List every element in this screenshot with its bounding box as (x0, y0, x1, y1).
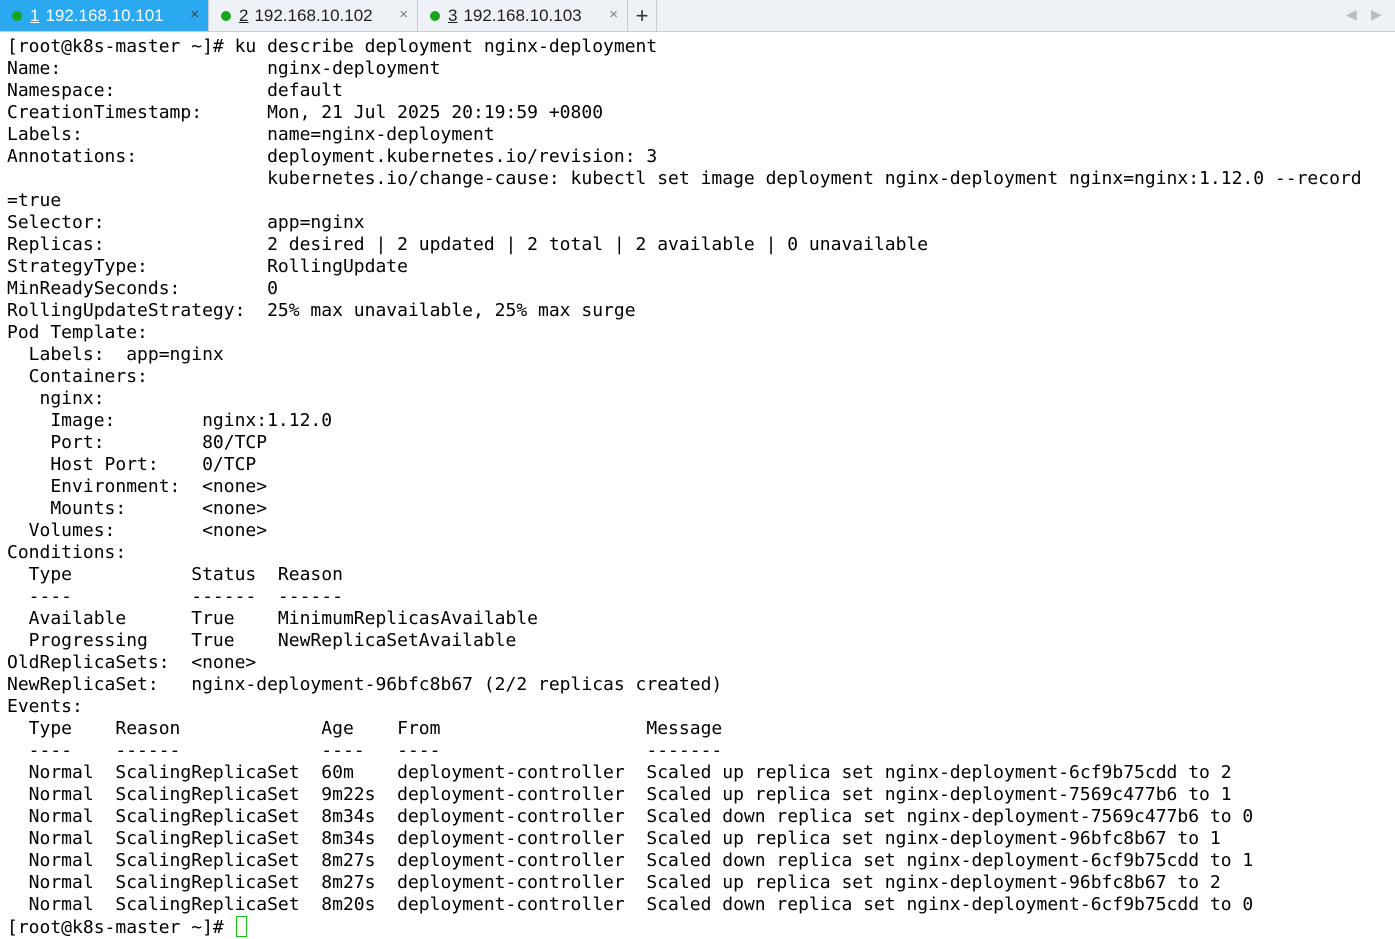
terminal-line: Port: 80/TCP (7, 432, 268, 453)
tab-number: 2 (239, 5, 249, 25)
connected-status-icon (12, 10, 22, 21)
terminal-line: Events: (7, 696, 83, 717)
terminal-line: Host Port: 0/TCP (7, 454, 257, 475)
terminal-line: Pod Template: (7, 322, 148, 343)
terminal-line: NewReplicaSet: nginx-deployment-96bfc8b6… (7, 674, 723, 695)
tab-session-1[interactable]: 1 192.168.10.101 × (0, 0, 209, 31)
terminal-line: ---- ------ ---- ---- ------- (7, 740, 723, 761)
tab-host: 192.168.10.102 (254, 5, 373, 25)
terminal-line: Name: nginx-deployment (7, 58, 441, 79)
terminal-line: Containers: (7, 366, 148, 387)
tab-bar: 1 192.168.10.101 × 2 192.168.10.102 × 3 … (0, 0, 1395, 32)
scroll-tabs-left-icon[interactable]: ◀ (1346, 6, 1357, 23)
terminal-line: Available True MinimumReplicasAvailable (7, 608, 539, 629)
terminal-line: Volumes: <none> (7, 520, 268, 541)
terminal-line: Replicas: 2 desired | 2 updated | 2 tota… (7, 234, 929, 255)
text-cursor (235, 916, 247, 937)
terminal-line: Mounts: <none> (7, 498, 268, 519)
terminal-line: Namespace: default (7, 80, 343, 101)
terminal-line: Normal ScalingReplicaSet 8m34s deploymen… (7, 806, 1254, 827)
terminal-line: Type Reason Age From Message (7, 718, 723, 739)
close-icon[interactable]: × (399, 6, 408, 23)
terminal-line: MinReadySeconds: 0 (7, 278, 278, 299)
terminal-line: Normal ScalingReplicaSet 9m22s deploymen… (7, 784, 1232, 805)
terminal-line: Image: nginx:1.12.0 (7, 410, 333, 431)
terminal-line: Normal ScalingReplicaSet 8m27s deploymen… (7, 872, 1221, 893)
terminal-line: Labels: name=nginx-deployment (7, 124, 495, 145)
close-icon[interactable]: × (190, 6, 199, 23)
terminal-line: Progressing True NewReplicaSetAvailable (7, 630, 517, 651)
connected-status-icon (221, 10, 231, 21)
terminal-line: =true (7, 190, 62, 211)
tab-host: 192.168.10.103 (463, 5, 582, 25)
tab-session-2[interactable]: 2 192.168.10.102 × (209, 0, 418, 31)
scroll-tabs-right-icon[interactable]: ▶ (1371, 6, 1382, 23)
terminal-line: StrategyType: RollingUpdate (7, 256, 408, 277)
new-tab-button[interactable]: + (628, 0, 657, 31)
terminal-line: Conditions: (7, 542, 127, 563)
terminal-line: kubernetes.io/change-cause: kubectl set … (7, 168, 1362, 189)
terminal-line: Normal ScalingReplicaSet 8m20s deploymen… (7, 894, 1254, 915)
terminal-line: Selector: app=nginx (7, 212, 365, 233)
terminal-line: Normal ScalingReplicaSet 8m27s deploymen… (7, 850, 1254, 871)
shell-prompt: [root@k8s-master ~]# (7, 917, 235, 938)
terminal-line: RollingUpdateStrategy: 25% max unavailab… (7, 300, 636, 321)
tab-number: 1 (30, 5, 40, 25)
tab-host: 192.168.10.101 (45, 5, 164, 25)
terminal-line: Annotations: deployment.kubernetes.io/re… (7, 146, 658, 167)
terminal-line: Normal ScalingReplicaSet 8m34s deploymen… (7, 828, 1221, 849)
terminal-line: nginx: (7, 388, 105, 409)
terminal-line: CreationTimestamp: Mon, 21 Jul 2025 20:1… (7, 102, 604, 123)
terminal-line: Normal ScalingReplicaSet 60m deployment-… (7, 762, 1232, 783)
terminal-line: Labels: app=nginx (7, 344, 224, 365)
terminal-line: Type Status Reason (7, 564, 343, 585)
terminal-output[interactable]: [root@k8s-master ~]# ku describe deploym… (7, 36, 1362, 938)
connected-status-icon (430, 10, 440, 21)
terminal-line: OldReplicaSets: <none> (7, 652, 257, 673)
terminal-line: [root@k8s-master ~]# ku describe deploym… (7, 36, 658, 57)
tab-session-3[interactable]: 3 192.168.10.103 × (418, 0, 628, 31)
terminal-line: Environment: <none> (7, 476, 268, 497)
close-icon[interactable]: × (609, 6, 618, 23)
terminal-prompt-line[interactable]: [root@k8s-master ~]# (7, 916, 1362, 938)
tab-number: 3 (448, 5, 458, 25)
terminal-line: ---- ------ ------ (7, 586, 343, 607)
